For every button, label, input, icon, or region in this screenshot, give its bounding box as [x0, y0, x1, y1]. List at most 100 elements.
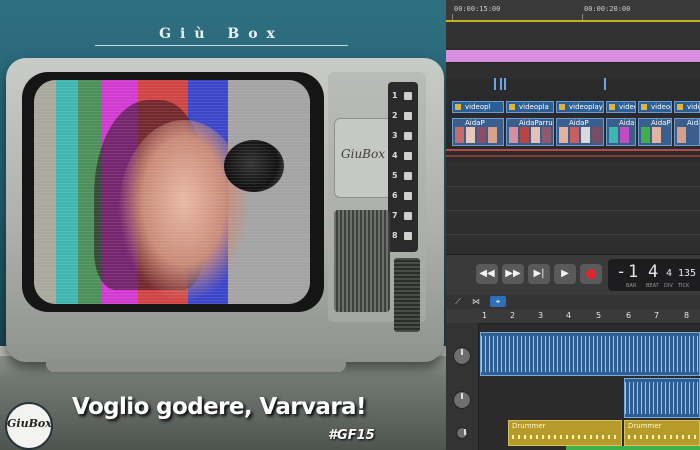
record-button[interactable]	[580, 264, 602, 284]
pan-knob[interactable]	[456, 427, 468, 439]
region-label: Drummer	[512, 422, 546, 430]
bar-number: 7	[654, 311, 660, 320]
clip-marker	[494, 78, 496, 90]
rewind-button[interactable]: ◀◀	[476, 264, 498, 284]
tv-base	[46, 358, 346, 372]
lcd-sign: -	[616, 262, 627, 282]
fast-forward-icon: ▶▶	[505, 268, 521, 279]
daw-window: 00:00:15:00 00:00:20:00 videopl videopla…	[446, 0, 700, 450]
play-icon: ▶	[561, 268, 569, 279]
title-underline	[95, 45, 348, 46]
tv-logo-plate: GiuBox	[334, 118, 392, 198]
volume-knob[interactable]	[453, 391, 471, 409]
lcd-display[interactable]: - 1 4 4 135 BAR BEAT DIV TICK	[608, 259, 700, 291]
volume-knob[interactable]	[453, 347, 471, 365]
lcd-beat: 4	[648, 262, 659, 282]
transport-bar: ◀◀ ▶▶ ▶| ▶ - 1 4 4 135 BAR BEAT DIV TICK	[446, 254, 700, 296]
channel-buttons: 1 2 3 4 5 6 7 8	[388, 82, 418, 252]
track-headers	[446, 323, 479, 450]
clip-marker	[504, 78, 506, 90]
audio-region[interactable]	[624, 378, 700, 418]
channel-button: 4	[392, 150, 414, 162]
timecode-label: 00:00:20:00	[584, 5, 631, 13]
flex-icon[interactable]: ⋈	[468, 296, 484, 307]
forward-button[interactable]: ▶▶	[502, 264, 524, 284]
empty-track-lane[interactable]	[446, 22, 700, 48]
timeline-ruler[interactable]: 00:00:15:00 00:00:20:00	[446, 0, 700, 21]
drum-pattern	[628, 435, 696, 439]
bar-number: 3	[538, 311, 544, 320]
channel-button: 6	[392, 190, 414, 202]
thumbnail-clip[interactable]: AidaP	[638, 118, 672, 146]
snap-icon[interactable]: ⌖	[490, 296, 506, 307]
video-clip[interactable]: videopl	[452, 101, 504, 113]
clip-marker	[500, 78, 502, 90]
region-label: Drummer	[628, 422, 662, 430]
drummer-region[interactable]: Drummer	[624, 420, 700, 446]
lane-divider	[446, 186, 700, 187]
bar-number: 8	[684, 311, 690, 320]
lcd-label: BAR	[626, 283, 637, 289]
tv-side-grille	[394, 258, 420, 332]
album-artwork: Giù Box GiuBox 1 2 3 4 5 6 7 8 GiuBox Vo…	[0, 0, 446, 450]
channel-button: 3	[392, 130, 414, 142]
waveform	[625, 382, 699, 414]
empty-track-area[interactable]	[446, 162, 700, 254]
go-to-start-button[interactable]: ▶|	[528, 264, 550, 284]
channel-button: 1	[392, 90, 414, 102]
screen-noise	[34, 80, 310, 304]
giubox-logo: GiuBox	[5, 402, 53, 450]
song-caption: Voglio godere, Varvara!	[72, 394, 366, 420]
lcd-label: DIV	[664, 283, 673, 289]
rewind-icon: ◀◀	[479, 268, 495, 279]
bar-ruler[interactable]: 1 2 3 4 5 6 7 8	[446, 309, 700, 324]
video-clip[interactable]: videoplay	[556, 101, 604, 113]
video-clip[interactable]: videopl	[638, 101, 672, 113]
logo-text: GiuBox	[7, 417, 52, 430]
lcd-bar: 1	[628, 262, 639, 282]
automation-line	[446, 149, 700, 151]
channel-button: 5	[392, 170, 414, 182]
lane-divider	[446, 210, 700, 211]
bar-number: 5	[596, 311, 602, 320]
empty-track-lane[interactable]	[446, 62, 700, 79]
region-strip	[566, 446, 700, 450]
waveform	[481, 336, 699, 372]
marker-track[interactable]	[446, 50, 700, 62]
thumbnail-clip[interactable]: Aida	[606, 118, 636, 146]
play-button[interactable]: ▶	[554, 264, 576, 284]
bar-number: 1	[482, 311, 488, 320]
tv-speaker-grille	[334, 210, 390, 312]
audio-region[interactable]	[480, 332, 700, 376]
video-clip[interactable]: video	[674, 101, 700, 113]
channel-button: 2	[392, 110, 414, 122]
hashtag: #GF15	[328, 428, 375, 443]
editor-toolbar: ⟋ ⋈ ⌖	[446, 295, 700, 309]
tv-control-panel: GiuBox 1 2 3 4 5 6 7 8	[328, 72, 426, 332]
lane-divider	[446, 234, 700, 235]
artwork-title: Giù Box	[159, 26, 284, 42]
automation-icon[interactable]: ⟋	[450, 296, 466, 307]
bar-number: 6	[626, 311, 632, 320]
thumbnail-clip[interactable]: Aida	[674, 118, 700, 146]
record-icon	[586, 269, 596, 279]
video-clip[interactable]: videopl	[606, 101, 636, 113]
channel-button: 7	[392, 210, 414, 222]
channel-button: 8	[392, 230, 414, 242]
thumbnail-clip[interactable]: AidaP	[452, 118, 504, 146]
tv-logo-text: GiuBox	[341, 147, 385, 161]
lcd-tick: 135	[678, 268, 697, 279]
lcd-label: TICK	[678, 283, 690, 289]
vintage-tv: GiuBox 1 2 3 4 5 6 7 8	[6, 58, 444, 372]
bar-number: 4	[566, 311, 572, 320]
video-clip[interactable]: videopla	[506, 101, 554, 113]
clip-marker	[604, 78, 606, 90]
lcd-label: BEAT	[646, 283, 659, 289]
thumbnail-clip[interactable]: AidaParruc	[506, 118, 554, 146]
drummer-region[interactable]: Drummer	[508, 420, 622, 446]
skip-icon: ▶|	[533, 268, 545, 279]
tv-screen	[34, 80, 310, 304]
automation-line	[446, 155, 700, 157]
screenshot-root: Giù Box GiuBox 1 2 3 4 5 6 7 8 GiuBox Vo…	[0, 0, 700, 450]
thumbnail-clip[interactable]: AidaP	[556, 118, 604, 146]
